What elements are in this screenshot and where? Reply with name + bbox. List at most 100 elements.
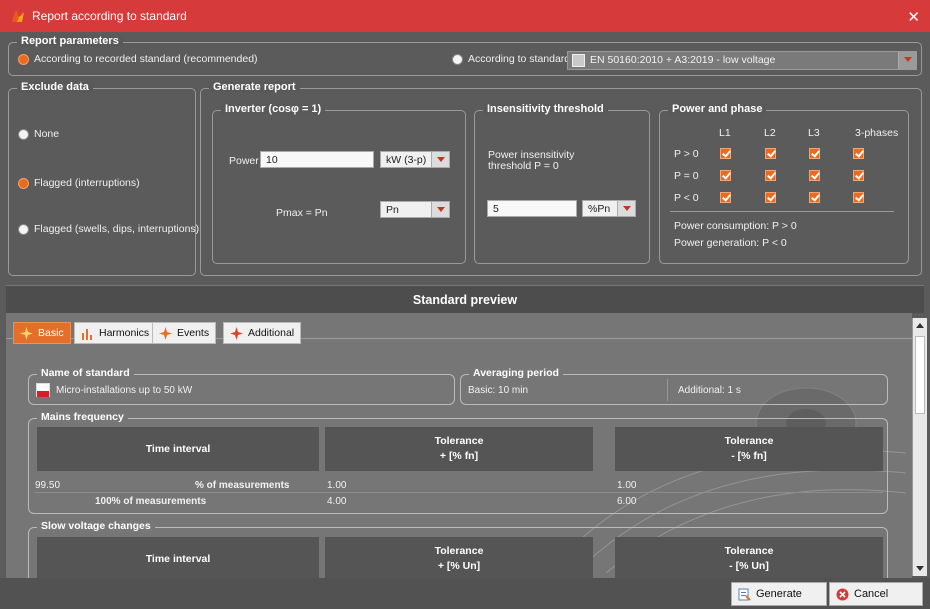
- freq-row2-plus: 4.00: [327, 496, 347, 507]
- threshold-desc-2: threshold P = 0: [488, 160, 559, 172]
- threshold-input[interactable]: 5: [487, 200, 577, 217]
- radio-selected-icon: [18, 53, 29, 65]
- tab-events[interactable]: Events: [152, 322, 217, 344]
- pmax-label: Pmax = Pn: [276, 207, 328, 219]
- pmax-value: Pn: [386, 204, 399, 216]
- generate-icon: [738, 588, 751, 601]
- exclude-data-title: Exclude data: [17, 81, 93, 93]
- chevron-down-icon[interactable]: [617, 201, 635, 216]
- chevron-down-icon[interactable]: [431, 202, 449, 217]
- checkbox-p-zero-l2[interactable]: [765, 170, 776, 181]
- col-tolerance-minus: Tolerance - [% Un]: [615, 537, 883, 578]
- checkbox-p-pos-l1[interactable]: [720, 148, 731, 159]
- checkbox-p-neg-l1[interactable]: [720, 192, 731, 203]
- checkbox-p-zero-3ph[interactable]: [853, 170, 864, 181]
- tab-basic[interactable]: Basic: [13, 322, 71, 344]
- freq-row2-minus: 6.00: [617, 496, 637, 507]
- tab-events-label: Events: [177, 327, 210, 339]
- name-of-standard-title: Name of standard: [37, 367, 134, 379]
- generate-report-title: Generate report: [209, 81, 300, 93]
- averaging-additional: Additional: 1 s: [678, 385, 741, 396]
- scroll-up-icon[interactable]: [913, 318, 927, 333]
- col-time-interval: Time interval: [37, 537, 319, 578]
- generate-button[interactable]: Generate: [731, 582, 827, 606]
- col-tolerance-plus-1: Tolerance: [434, 545, 484, 557]
- threshold-unit-select[interactable]: %Pn: [582, 200, 636, 217]
- threshold-group: Insensitivity threshold: [474, 103, 650, 264]
- averaging-period-title: Averaging period: [469, 367, 563, 379]
- standard-select[interactable]: EN 50160:2010 + A3:2019 - low voltage: [567, 51, 917, 70]
- row-p-negative: P < 0: [674, 192, 699, 204]
- tab-additional-label: Additional: [248, 327, 295, 339]
- cancel-button[interactable]: Cancel: [829, 582, 923, 606]
- col-time-interval: Time interval: [37, 427, 319, 471]
- radio-recorded-standard[interactable]: According to recorded standard (recommen…: [18, 53, 258, 65]
- checkbox-p-pos-3ph[interactable]: [853, 148, 864, 159]
- additional-icon: [230, 327, 243, 340]
- col-tolerance-minus-2: - [% fn]: [731, 450, 767, 462]
- preview-area: Basic Harmonics Events Additional Name o…: [6, 313, 912, 578]
- col-tolerance-minus-1: Tolerance: [724, 435, 774, 447]
- checkbox-p-zero-l1[interactable]: [720, 170, 731, 181]
- checkbox-p-pos-l3[interactable]: [809, 148, 820, 159]
- tab-additional[interactable]: Additional: [223, 322, 302, 344]
- radio-unselected-icon: [452, 53, 463, 65]
- generate-label: Generate: [756, 588, 802, 600]
- power-input[interactable]: 10: [260, 151, 374, 168]
- preview-scrollbar[interactable]: [912, 318, 927, 576]
- chevron-down-icon[interactable]: [898, 52, 916, 69]
- divider: [670, 211, 894, 212]
- report-parameters-title: Report parameters: [17, 35, 123, 47]
- harmonics-icon: [82, 329, 92, 340]
- app-logo-icon: [12, 10, 24, 22]
- radio-recorded-label: According to recorded standard (recommen…: [34, 53, 258, 65]
- checkbox-p-pos-l2[interactable]: [765, 148, 776, 159]
- col-tolerance-plus: Tolerance + [% Un]: [325, 537, 593, 578]
- window-title: Report according to standard: [32, 9, 187, 23]
- col-tolerance-plus-2: + [% Un]: [437, 560, 481, 572]
- cancel-label: Cancel: [854, 588, 889, 600]
- standard-icon: [572, 54, 585, 67]
- mains-frequency-title: Mains frequency: [37, 411, 128, 423]
- close-icon[interactable]: ✕: [907, 8, 920, 26]
- power-unit-select[interactable]: kW (3-p): [380, 151, 450, 168]
- radio-unselected-icon: [18, 223, 29, 235]
- col-l1: L1: [719, 127, 731, 139]
- checkbox-p-neg-l2[interactable]: [765, 192, 776, 203]
- exclude-flagged-label: Flagged (interruptions): [34, 177, 140, 189]
- radio-according-standard[interactable]: According to standard:: [452, 53, 573, 65]
- checkbox-p-neg-l3[interactable]: [809, 192, 820, 203]
- col-l3: L3: [808, 127, 820, 139]
- title-bar: Report according to standard ✕: [0, 0, 930, 32]
- tab-harmonics[interactable]: Harmonics: [74, 322, 157, 344]
- col-tolerance-plus-1: Tolerance: [434, 435, 484, 447]
- standard-name-value: Micro-installations up to 50 kW: [56, 385, 193, 396]
- col-3phases: 3-phases: [855, 127, 899, 139]
- freq-row2-label: 100% of measurements: [95, 496, 207, 507]
- radio-unselected-icon: [18, 128, 29, 140]
- checkbox-p-zero-l3[interactable]: [809, 170, 820, 181]
- pmax-select[interactable]: Pn: [380, 201, 450, 218]
- chevron-down-icon[interactable]: [431, 152, 449, 167]
- threshold-title: Insensitivity threshold: [483, 103, 608, 115]
- exclude-option-flagged-all[interactable]: Flagged (swells, dips, interruptions): [18, 223, 199, 235]
- exclude-none-label: None: [34, 128, 60, 140]
- averaging-basic: Basic: 10 min: [468, 385, 529, 396]
- tab-basic-label: Basic: [38, 327, 64, 339]
- events-icon: [159, 327, 172, 340]
- scroll-down-icon[interactable]: [913, 561, 927, 576]
- scroll-thumb[interactable]: [915, 336, 925, 414]
- col-tolerance-plus-2: + [% fn]: [439, 450, 479, 462]
- freq-row1-plus: 1.00: [327, 480, 347, 491]
- standard-preview-header: Standard preview: [6, 285, 924, 313]
- checkbox-p-neg-3ph[interactable]: [853, 192, 864, 203]
- col-tolerance-minus-1: Tolerance: [724, 545, 774, 557]
- col-tolerance-minus: Tolerance - [% fn]: [615, 427, 883, 471]
- row-p-positive: P > 0: [674, 148, 699, 160]
- standard-flag-icon: [36, 383, 50, 397]
- power-generation-note: Power generation: P < 0: [674, 237, 787, 249]
- radio-standard-label: According to standard:: [468, 53, 574, 65]
- exclude-option-none[interactable]: None: [18, 128, 59, 140]
- col-tolerance-minus-2: - [% Un]: [729, 560, 769, 572]
- exclude-option-flagged-interruptions[interactable]: Flagged (interruptions): [18, 177, 140, 189]
